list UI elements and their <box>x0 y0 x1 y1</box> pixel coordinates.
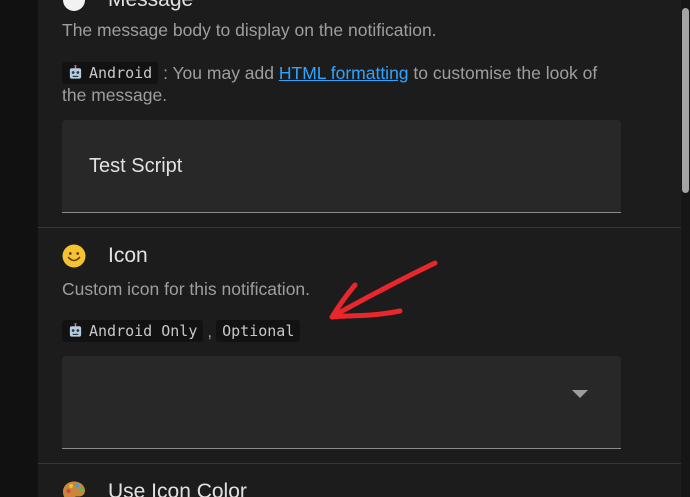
app-window: Message The message body to display on t… <box>0 0 690 497</box>
icon-color-title: Use Icon Color <box>108 480 247 497</box>
note-text-before: : You may add <box>158 63 279 83</box>
message-emoji-icon <box>63 0 85 11</box>
tag-separator: , <box>207 322 213 341</box>
red-hand-drawn-arrow-icon <box>329 260 438 320</box>
android-only-label: Android Only <box>89 322 198 340</box>
android-only-tag: Android Only <box>62 320 204 342</box>
scrollbar-thumb[interactable] <box>682 8 689 193</box>
message-input[interactable]: Test Script <box>62 120 621 213</box>
settings-panel: Message The message body to display on t… <box>38 0 681 497</box>
icon-tags: Android Only, Optional <box>62 320 301 342</box>
optional-tag: Optional <box>216 320 301 342</box>
icon-title: Icon <box>108 244 148 267</box>
robot-icon <box>69 323 82 337</box>
message-title: Message <box>108 0 193 12</box>
palette-icon <box>63 481 85 497</box>
icon-select[interactable] <box>62 356 621 449</box>
message-note: Android : You may add HTML formatting to… <box>62 62 622 106</box>
android-tag: Android <box>62 62 159 84</box>
message-description: The message body to display on the notif… <box>62 20 437 40</box>
android-tag-label: Android <box>89 64 153 82</box>
chevron-down-icon[interactable] <box>572 390 588 398</box>
icon-description: Custom icon for this notification. <box>62 279 311 299</box>
html-formatting-link[interactable]: HTML formatting <box>279 63 409 83</box>
icon-color-section: Use Icon Color <box>38 464 681 497</box>
smiling-face-icon <box>62 244 86 268</box>
robot-icon <box>69 65 82 79</box>
message-section: Message The message body to display on t… <box>38 0 681 227</box>
message-input-value: Test Script <box>89 155 183 177</box>
